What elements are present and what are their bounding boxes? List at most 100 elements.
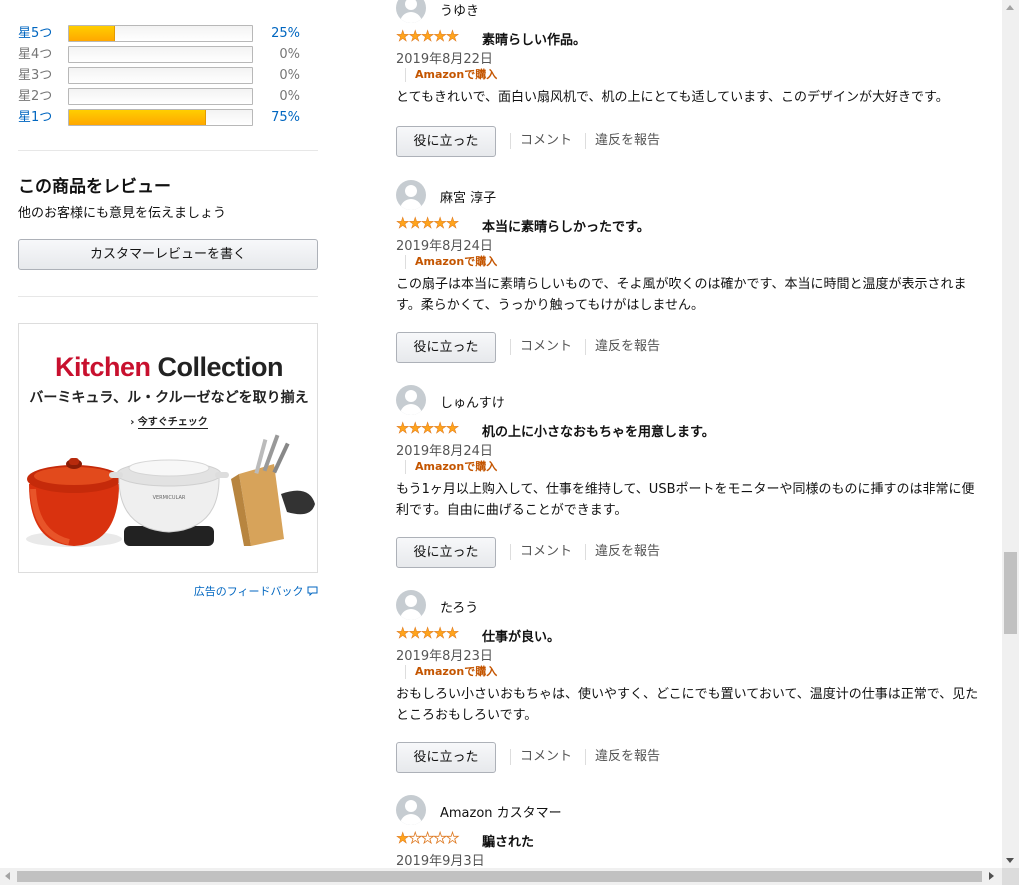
histogram-star-label: 星4つ	[18, 47, 53, 62]
histogram-row[interactable]: 星5つ 25%	[18, 25, 300, 42]
vertical-scroll-thumb[interactable]	[1004, 552, 1017, 634]
ad-banner[interactable]: Kitchen Collection バーミキュラ、ル・クルーゼなどを取り揃え …	[18, 323, 318, 573]
histogram-star-label: 星3つ	[18, 68, 53, 83]
ad-subtitle: バーミキュラ、ル・クルーゼなどを取り揃え	[29, 390, 309, 406]
helpful-button[interactable]: 役に立った	[396, 126, 496, 157]
ad-feedback-label: 広告のフィードバック	[193, 585, 304, 598]
histogram-bar-fill	[69, 110, 207, 125]
review-date: 2019年8月22日	[396, 52, 493, 67]
ad-feedback-link[interactable]: 広告のフィードバック	[194, 583, 318, 599]
vertical-scrollbar[interactable]	[1002, 0, 1019, 868]
report-abuse-link[interactable]: 違反を報告	[585, 339, 660, 355]
histogram-bar[interactable]	[68, 109, 253, 126]
comment-link[interactable]: コメント	[510, 133, 572, 149]
scroll-up-icon[interactable]	[1006, 5, 1014, 10]
svg-text:VERMICULAR: VERMICULAR	[153, 495, 186, 501]
review-body: もう1ヶ月以上购入して、仕事を维持して、USBポートをモニターや同様のものに挿す…	[396, 482, 975, 518]
avatar-icon	[396, 795, 426, 825]
scroll-left-icon[interactable]	[5, 872, 10, 880]
review-item: うゆき ★★★★★ 素晴らしい作品。 2019年8月22日 Amazonで購入 …	[396, 0, 986, 163]
avatar-icon	[396, 385, 426, 415]
helpful-button[interactable]: 役に立った	[396, 332, 496, 363]
speech-bubble-icon	[307, 586, 318, 597]
star-rating-icon[interactable]: ★★★★★	[396, 625, 460, 642]
comment-link[interactable]: コメント	[510, 339, 572, 355]
report-abuse-link[interactable]: 違反を報告	[585, 133, 660, 149]
review-title[interactable]: 仕事が良い。	[482, 626, 560, 645]
star-rating-icon[interactable]: ★★★★★	[396, 830, 460, 847]
review-author[interactable]: うゆき	[440, 0, 479, 19]
write-review-button[interactable]: カスタマーレビューを書く	[18, 239, 318, 270]
histogram-bar	[68, 67, 253, 84]
histogram-bar[interactable]	[68, 25, 253, 42]
white-pot-icon: VERMICULAR	[109, 459, 229, 546]
report-abuse-link[interactable]: 違反を報告	[585, 749, 660, 765]
review-author[interactable]: しゅんすけ	[440, 392, 505, 411]
avatar-icon	[396, 0, 426, 23]
star-rating-icon[interactable]: ★★★★★	[396, 28, 460, 45]
ad-title: Kitchen Collection	[19, 352, 317, 383]
review-title[interactable]: 騙された	[482, 831, 534, 850]
helpful-button[interactable]: 役に立った	[396, 537, 496, 568]
horizontal-scroll-thumb[interactable]	[17, 871, 982, 882]
histogram-row: 星4つ 0%	[18, 46, 300, 63]
review-author[interactable]: たろう	[440, 597, 478, 616]
review-item: しゅんすけ ★★★★★ 机の上に小さなおもちゃを用意します。 2019年8月24…	[396, 385, 986, 575]
histogram-percent: 0%	[279, 68, 300, 83]
histogram-row: 星2つ 0%	[18, 88, 300, 105]
review-author[interactable]: Amazon カスタマー	[440, 802, 562, 821]
review-date: 2019年8月23日	[396, 649, 493, 664]
avatar-icon	[396, 590, 426, 620]
histogram-row[interactable]: 星1つ 75%	[18, 109, 300, 126]
report-abuse-link[interactable]: 違反を報告	[585, 544, 660, 560]
ad-title-kitchen: Kitchen	[54, 352, 151, 382]
histogram-bar	[68, 88, 253, 105]
star-rating-icon[interactable]: ★★★★★	[396, 215, 460, 232]
review-body: とてもきれいで、面白い扇风机で、机の上にとても适しています、このデザインが大好き…	[396, 90, 949, 105]
histogram-star-label[interactable]: 星5つ	[18, 25, 52, 42]
review-date: 2019年9月3日	[396, 854, 485, 868]
verified-purchase-badge: Amazonで購入	[405, 665, 497, 679]
comment-link[interactable]: コメント	[510, 544, 572, 560]
star-rating-icon[interactable]: ★★★★★	[396, 420, 460, 437]
divider	[18, 296, 318, 297]
review-item: Amazon カスタマー ★★★★★ 騙された 2019年9月3日	[396, 795, 986, 868]
review-title[interactable]: 本当に素晴らしかったです。	[482, 216, 650, 235]
ad-cta[interactable]: › 今すぐチェック	[19, 413, 317, 429]
histogram-star-label[interactable]: 星1つ	[18, 109, 52, 126]
histogram-row: 星3つ 0%	[18, 67, 300, 84]
review-author[interactable]: 麻宮 淳子	[440, 187, 496, 206]
scrollbar-corner	[1002, 868, 1019, 885]
knife-block-icon	[231, 434, 315, 546]
histogram-bar-fill	[69, 26, 115, 41]
scroll-right-icon[interactable]	[989, 872, 994, 880]
red-dutch-oven-icon	[26, 458, 122, 547]
write-review-subtext: 他のお客様にも意見を伝えましょう	[18, 206, 227, 221]
ad-title-collection: Collection	[157, 352, 284, 382]
verified-purchase-badge: Amazonで購入	[405, 255, 497, 269]
histogram-percent[interactable]: 25%	[271, 25, 300, 42]
review-title[interactable]: 机の上に小さなおもちゃを用意します。	[482, 421, 715, 440]
review-body: おもしろい小さいおもちゃは、使いやすく、どこにでも置いておいて、温度计の仕事は正…	[396, 687, 979, 723]
review-date: 2019年8月24日	[396, 239, 493, 254]
scroll-down-icon[interactable]	[1006, 858, 1014, 863]
review-item: たろう ★★★★★ 仕事が良い。 2019年8月23日 Amazonで購入 おも…	[396, 590, 986, 780]
verified-purchase-badge: Amazonで購入	[405, 460, 497, 474]
horizontal-scrollbar[interactable]	[0, 868, 1019, 885]
ad-cookware-illustration: VERMICULAR	[26, 434, 315, 547]
histogram-percent: 0%	[279, 47, 300, 62]
divider	[18, 150, 318, 151]
review-date: 2019年8月24日	[396, 444, 493, 459]
comment-link[interactable]: コメント	[510, 749, 572, 765]
verified-purchase-badge: Amazonで購入	[405, 68, 497, 82]
histogram-percent: 0%	[279, 89, 300, 104]
review-item: 麻宮 淳子 ★★★★★ 本当に素晴らしかったです。 2019年8月24日 Ama…	[396, 180, 986, 370]
review-title[interactable]: 素晴らしい作品。	[482, 29, 586, 48]
review-body: この扇子は本当に素晴らしいもので、そよ風が吹くのは確かです、本当に時間と温度が表…	[396, 277, 967, 313]
ad-cta-label: 今すぐチェック	[137, 417, 208, 429]
histogram-percent[interactable]: 75%	[271, 109, 300, 126]
write-review-heading: この商品をレビュー	[18, 177, 171, 197]
histogram-bar	[68, 46, 253, 63]
histogram-star-label: 星2つ	[18, 89, 53, 104]
helpful-button[interactable]: 役に立った	[396, 742, 496, 773]
